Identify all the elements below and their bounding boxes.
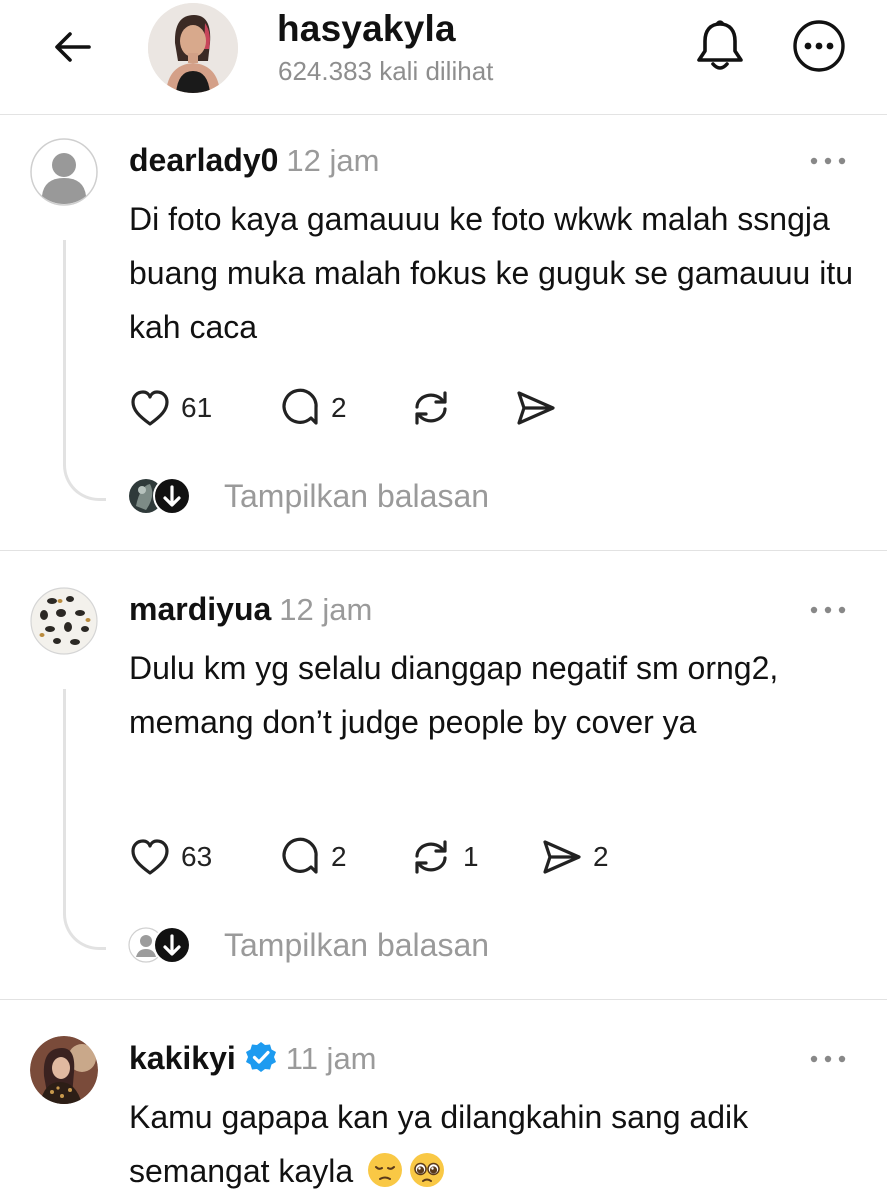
verified-badge-icon [245,1042,276,1072]
pleading-face-emoji [410,1153,445,1187]
comment-username[interactable]: mardiyua 12 jam [129,591,372,628]
repost-button[interactable]: 1 [409,836,539,878]
more-circle-icon [793,20,845,72]
show-replies-button[interactable]: Tampilkan balasan [128,476,489,516]
repost-icon [415,391,447,425]
reply-count: 2 [331,841,347,872]
comment-actions: 61 2 [129,386,567,430]
comment-icon [282,388,318,425]
profile-avatar[interactable] [148,3,238,93]
comment-username[interactable]: kakikyi 11 jam [129,1040,377,1077]
comment-actions: 63 2 1 2 [129,835,609,879]
comment-text: Kamu gapapa kan ya dilangkahin sang adik… [129,1090,859,1198]
comment-time: 12 jam [279,592,373,627]
heart-icon [131,839,169,875]
reply-count: 2 [331,392,347,423]
comment-more-button[interactable] [806,146,850,176]
thread-line [63,240,106,501]
share-button[interactable]: 2 [539,836,609,878]
avatar[interactable] [30,138,98,206]
repost-button[interactable] [409,387,513,429]
reply-avatars [128,925,194,965]
share-button[interactable] [513,387,567,429]
comment-item: kakikyi 11 jam Kamu gapapa kan ya dilang… [0,1000,887,1200]
pensive-face-emoji [368,1153,403,1187]
send-icon [543,840,581,874]
like-button[interactable]: 61 [129,388,279,428]
comment-icon [282,837,318,874]
heart-icon [131,390,169,426]
arrow-left-icon [55,32,91,62]
username-text[interactable]: dearlady0 [129,142,278,178]
back-button[interactable] [48,22,98,72]
bell-icon [697,20,743,70]
comment-item: mardiyua 12 jam Dulu km yg selalu diangga… [0,551,887,999]
reply-avatars [128,476,194,516]
notification-button[interactable] [690,16,750,76]
top-bar: hasyakyla 624.383 kali dilihat [0,0,887,115]
username-text[interactable]: mardiyua [129,591,271,627]
view-count: 624.383 kali dilihat [278,56,494,86]
repost-icon [415,840,447,874]
more-horizontal-icon [810,157,846,165]
comment-more-button[interactable] [806,595,850,625]
comment-item: dearlady0 12 jam Di foto kaya gamauuu ke … [0,114,887,550]
more-options-button[interactable] [789,16,849,76]
share-count: 2 [593,841,609,872]
more-horizontal-icon [810,606,846,614]
comment-time: 11 jam [285,1041,377,1076]
comment-more-button[interactable] [806,1044,850,1074]
comment-username[interactable]: dearlady0 12 jam [129,142,379,179]
show-replies-button[interactable]: Tampilkan balasan [128,925,489,965]
show-replies-label: Tampilkan balasan [224,926,490,963]
comment-text: Di foto kaya gamauuu ke foto wkwk malah … [129,201,854,345]
comment-time: 12 jam [286,143,380,178]
avatar[interactable] [30,1036,98,1104]
reply-button[interactable]: 2 [279,387,409,429]
like-count: 61 [181,392,213,423]
thread-line [63,689,106,950]
comment-text: Dulu km yg selalu dianggap negatif sm or… [129,650,779,740]
username-text[interactable]: kakikyi [129,1040,236,1076]
page-title: hasyakyla [277,8,456,49]
repost-count: 1 [463,841,479,872]
like-count: 63 [181,841,213,872]
show-replies-label: Tampilkan balasan [224,477,490,514]
more-horizontal-icon [810,1055,846,1063]
like-button[interactable]: 63 [129,837,279,877]
reply-button[interactable]: 2 [279,836,409,878]
send-icon [517,391,555,425]
avatar[interactable] [30,587,98,655]
